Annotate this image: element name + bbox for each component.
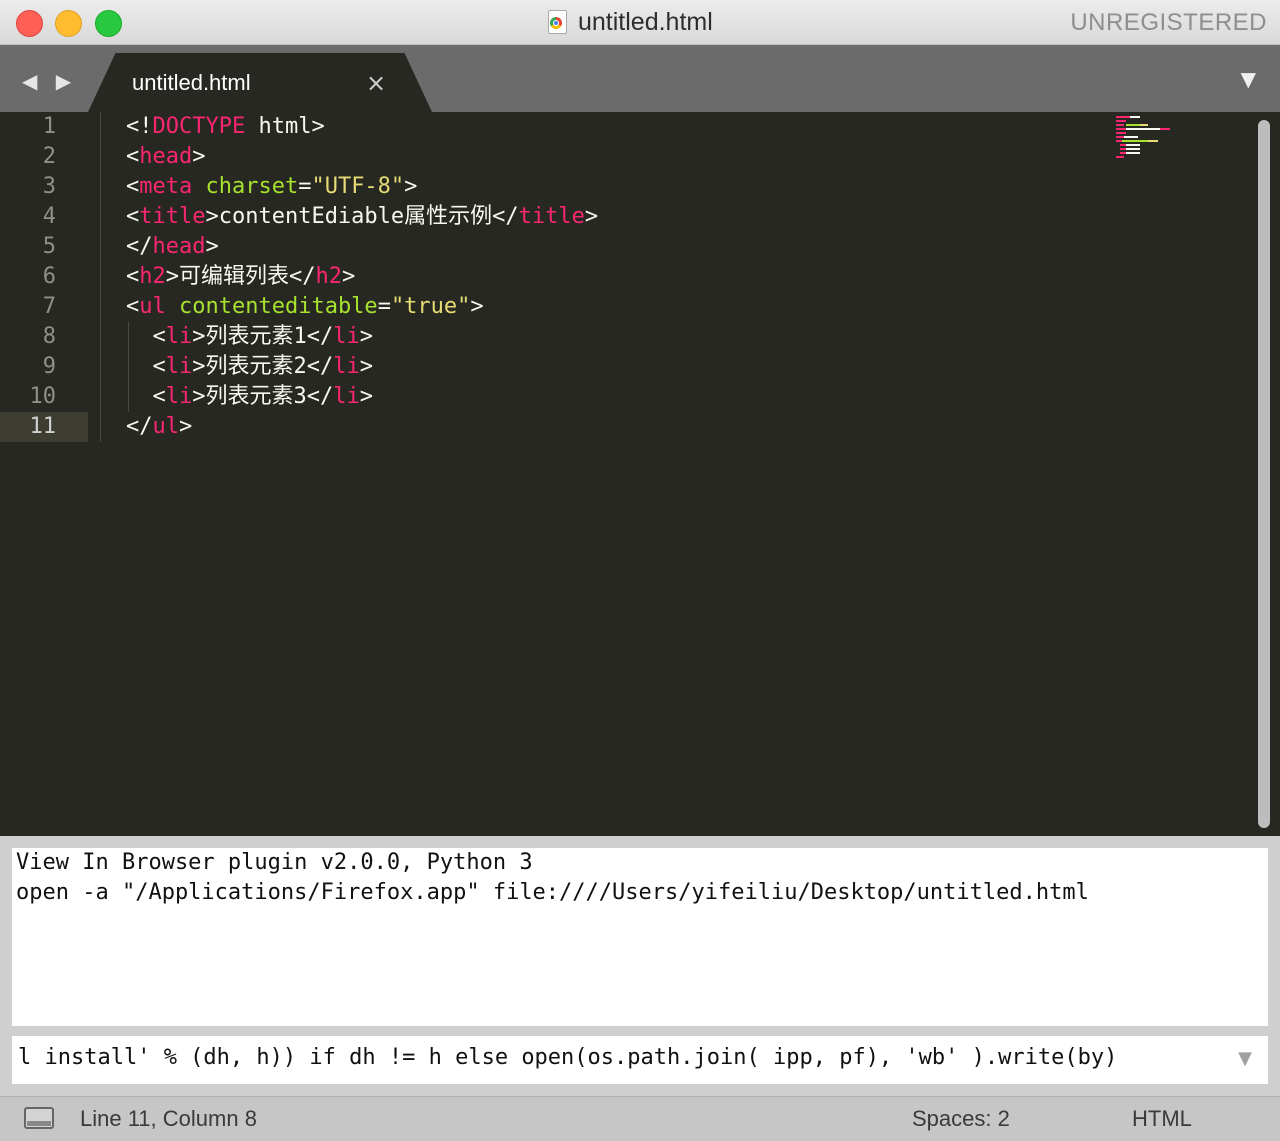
line-number: 6: [42, 264, 56, 289]
tab-menu-chevron-icon[interactable]: ▼: [1241, 67, 1256, 91]
indent-guide: [100, 112, 101, 442]
unregistered-label: UNREGISTERED: [1070, 9, 1267, 36]
panel-separator: [0, 836, 1280, 848]
code-line[interactable]: <meta charset="UTF-8">: [126, 172, 417, 202]
code-line[interactable]: <ul contenteditable="true">: [126, 292, 484, 322]
code-line[interactable]: </ul>: [126, 412, 192, 442]
line-number: 2: [42, 144, 56, 169]
line-number: 7: [42, 294, 56, 319]
tab-bar: ◀ ▶ untitled.html × ▼: [0, 45, 1280, 112]
tab-label[interactable]: untitled.html: [132, 70, 251, 96]
editor-scrollbar[interactable]: [1258, 120, 1270, 828]
code-line[interactable]: <li>列表元素1</li>: [126, 322, 373, 352]
code-line[interactable]: <head>: [126, 142, 205, 172]
panel-toggle-icon[interactable]: [24, 1107, 54, 1129]
line-number: 9: [42, 354, 56, 379]
window-title: untitled.html: [546, 8, 713, 36]
output-line: open -a "/Applications/Firefox.app" file…: [16, 880, 1089, 905]
syntax-selector[interactable]: HTML: [1132, 1106, 1192, 1132]
html-document-icon: [546, 10, 568, 34]
cursor-position: Line 11, Column 8: [80, 1106, 257, 1131]
console-input[interactable]: [18, 1045, 1218, 1070]
console-input-panel: ▼: [12, 1036, 1268, 1084]
code-editor[interactable]: 1 2 3 4 5 6 7 8 9 10 11 <!DOCTYPE html> <head> <meta…: [0, 112, 1280, 836]
minimize-window-button[interactable]: [55, 10, 82, 37]
line-number: 8: [42, 324, 56, 349]
code-line[interactable]: <li>列表元素3</li>: [126, 382, 373, 412]
line-number: 11: [29, 414, 57, 439]
tab-nav-arrows-icon[interactable]: ◀ ▶: [22, 69, 77, 93]
title-bar: untitled.html UNREGISTERED: [0, 0, 1280, 45]
line-number: 10: [29, 384, 57, 409]
code-line[interactable]: <h2>可编辑列表</h2>: [126, 262, 355, 292]
line-number-gutter: 1 2 3 4 5 6 7 8 9 10 11: [0, 112, 88, 836]
tab-close-icon[interactable]: ×: [366, 69, 386, 97]
line-number: 3: [42, 174, 56, 199]
code-line[interactable]: <li>列表元素2</li>: [126, 352, 373, 382]
indentation-setting[interactable]: Spaces: 2: [912, 1106, 1010, 1132]
status-bar: Line 11, Column 8 Spaces: 2 HTML: [0, 1096, 1280, 1141]
code-line[interactable]: <title>contentEdiable属性示例</title>: [126, 202, 598, 232]
minimap[interactable]: [1114, 116, 1194, 160]
line-number: 4: [42, 204, 56, 229]
code-line[interactable]: <!DOCTYPE html>: [126, 112, 325, 142]
output-line: View In Browser plugin v2.0.0, Python 3: [16, 850, 533, 875]
line-number: 5: [42, 234, 56, 259]
code-line[interactable]: </head>: [126, 232, 219, 262]
window-title-text: untitled.html: [578, 7, 713, 36]
zoom-window-button[interactable]: [95, 10, 122, 37]
output-panel: View In Browser plugin v2.0.0, Python 3 …: [12, 848, 1268, 1026]
console-history-chevron-icon[interactable]: ▼: [1238, 1048, 1252, 1069]
close-window-button[interactable]: [16, 10, 43, 37]
line-number: 1: [42, 114, 56, 139]
